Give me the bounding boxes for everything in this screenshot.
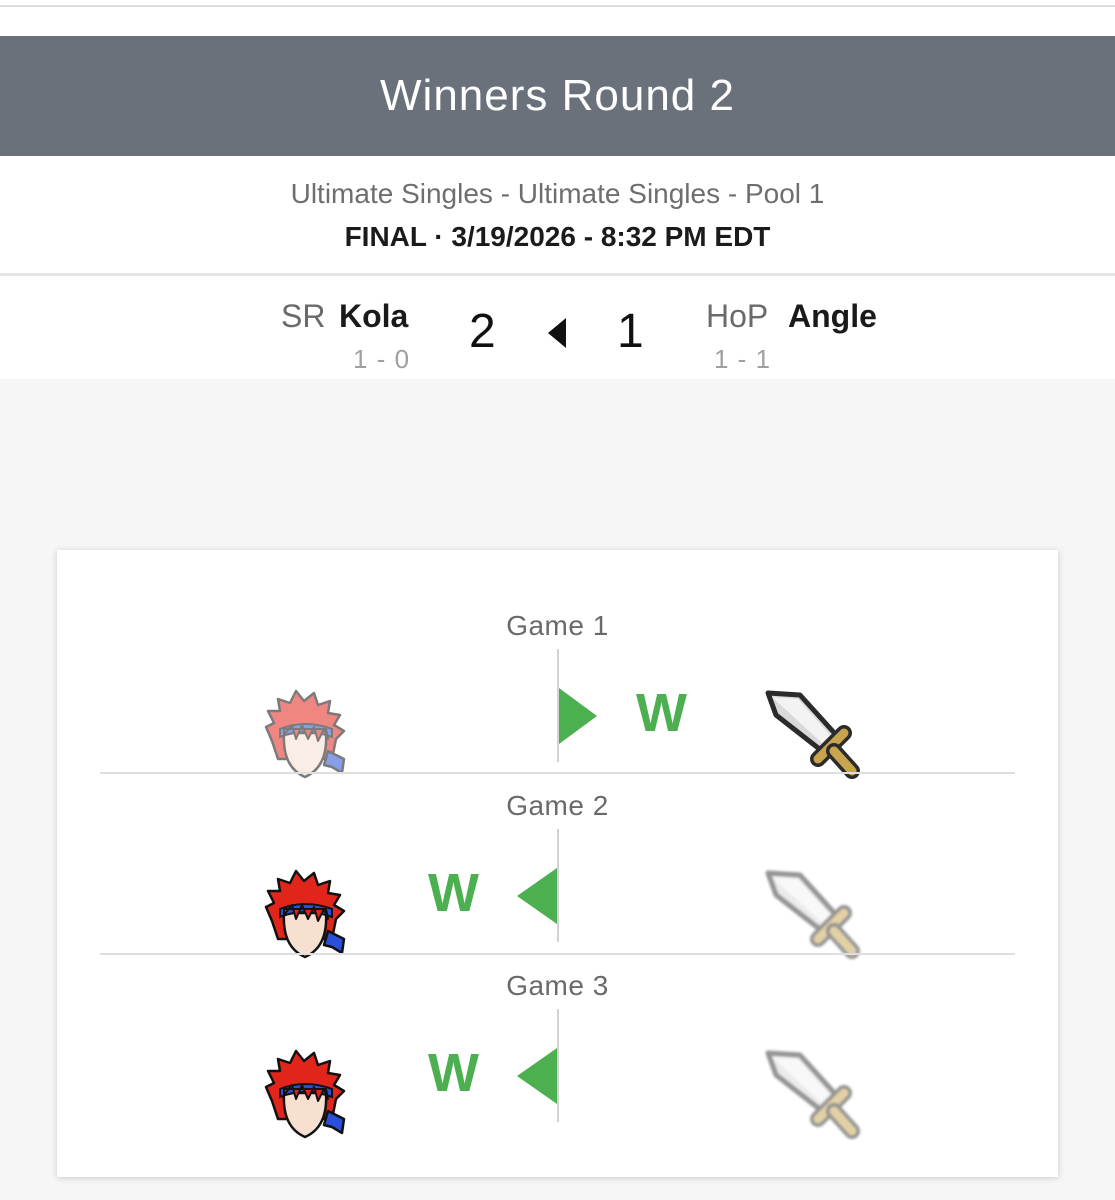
scoreboard: SR Kola 1 - 0 2 1 HoP Angle 1 - 1: [0, 276, 1115, 379]
game-row: Game 1 W: [57, 602, 1058, 782]
player1-score: 2: [469, 305, 496, 358]
game-center-line: [557, 1009, 559, 1122]
top-strip: [0, 0, 1115, 36]
player1-name[interactable]: Kola: [339, 298, 408, 335]
game-divider: [100, 772, 1015, 774]
match-status: FINAL · 3/19/2026 - 8:32 PM EDT: [344, 221, 771, 252]
win-flag-left-icon: [517, 868, 557, 924]
sword-icon: [760, 865, 865, 965]
game-center-line: [557, 829, 559, 942]
game-label: Game 3: [506, 970, 609, 1001]
winner-indicator-icon: [548, 318, 566, 348]
win-marker: W: [428, 863, 479, 923]
event-name[interactable]: Ultimate Singles - Ultimate Singles - Po…: [0, 178, 1115, 210]
win-flag-right-icon: [559, 688, 597, 744]
roy-head-icon: [262, 869, 348, 961]
player2-team-tag: HoP: [706, 298, 769, 334]
game-divider: [100, 953, 1015, 955]
win-marker: W: [428, 1043, 479, 1103]
player2-name[interactable]: Angle: [788, 298, 877, 335]
roy-head-icon: [262, 689, 348, 781]
win-flag-left-icon: [517, 1048, 557, 1104]
roy-head-icon: [262, 1049, 348, 1141]
sword-icon: [760, 1045, 865, 1145]
games-card: Game 1 W Game 2 W Game 3 W: [57, 550, 1058, 1177]
player2-record: 1 - 1: [714, 344, 772, 374]
sword-icon: [760, 685, 865, 785]
match-info: Ultimate Singles - Ultimate Singles - Po…: [0, 156, 1115, 273]
player1-team-tag: SR: [281, 298, 326, 334]
game-row: Game 3 W: [57, 962, 1058, 1142]
game-row: Game 2 W: [57, 782, 1058, 962]
round-title: Winners Round 2: [380, 71, 735, 120]
win-marker: W: [636, 683, 687, 743]
round-header: Winners Round 2: [0, 36, 1115, 156]
game-label: Game 2: [506, 790, 609, 821]
top-divider: [0, 5, 1115, 7]
game-label: Game 1: [506, 610, 609, 641]
player2-score: 1: [617, 305, 644, 358]
player1-record: 1 - 0: [353, 344, 411, 374]
